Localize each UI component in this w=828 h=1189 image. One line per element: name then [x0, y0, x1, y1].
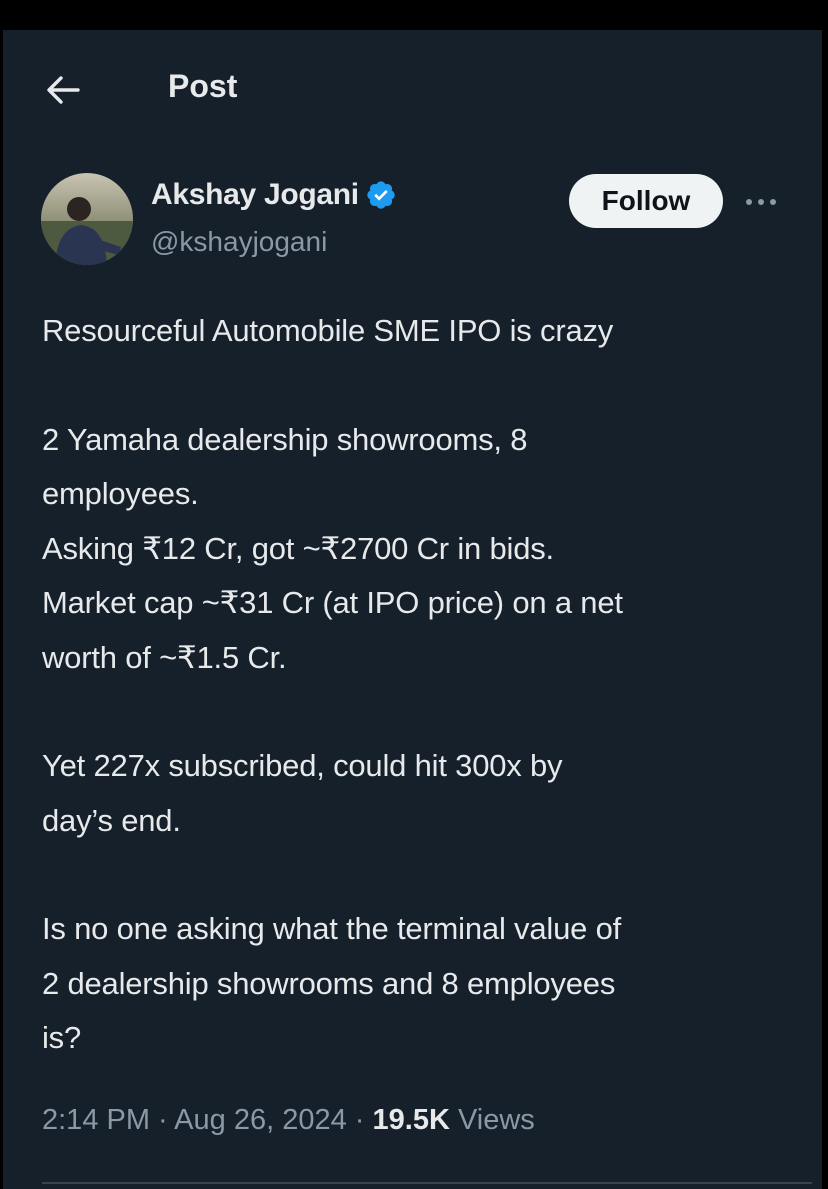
- page-title: Post: [168, 68, 238, 104]
- views-label: Views: [457, 1104, 535, 1136]
- divider: [42, 1182, 812, 1184]
- post-time[interactable]: 2:14 PM: [42, 1104, 150, 1136]
- verified-badge-icon: [365, 179, 397, 211]
- author-name-row: Akshay Jogani: [151, 178, 397, 212]
- author-name[interactable]: Akshay Jogani: [151, 178, 359, 212]
- avatar[interactable]: [41, 173, 133, 265]
- meta-separator: ·: [346, 1104, 373, 1136]
- back-button[interactable]: [43, 70, 83, 110]
- post-meta: 2:14 PM · Aug 26, 2024 · 19.5K Views: [42, 1104, 535, 1137]
- author-handle[interactable]: @kshayjogani: [151, 226, 327, 258]
- follow-button[interactable]: Follow: [569, 174, 723, 228]
- more-options-button[interactable]: [741, 190, 781, 214]
- post-date[interactable]: Aug 26, 2024: [174, 1104, 347, 1136]
- more-horizontal-icon: [746, 199, 776, 205]
- post-body: Resourceful Automobile SME IPO is crazy …: [42, 304, 802, 1066]
- meta-separator: ·: [150, 1104, 175, 1136]
- post-paragraph: Resourceful Automobile SME IPO is crazy: [42, 313, 614, 348]
- top-bar: Post: [3, 30, 822, 140]
- post-screen: Post Akshay Jogani @kshayjogani Follow R…: [3, 30, 822, 1189]
- arrow-left-icon: [47, 76, 80, 104]
- views-count: 19.5K: [372, 1104, 450, 1136]
- post-paragraph: Is no one asking what the terminal value…: [42, 911, 622, 1055]
- post-paragraph: Yet 227x subscribed, could hit 300x by d…: [42, 748, 563, 838]
- post-paragraph: 2 Yamaha dealership showrooms, 8 employe…: [42, 421, 623, 675]
